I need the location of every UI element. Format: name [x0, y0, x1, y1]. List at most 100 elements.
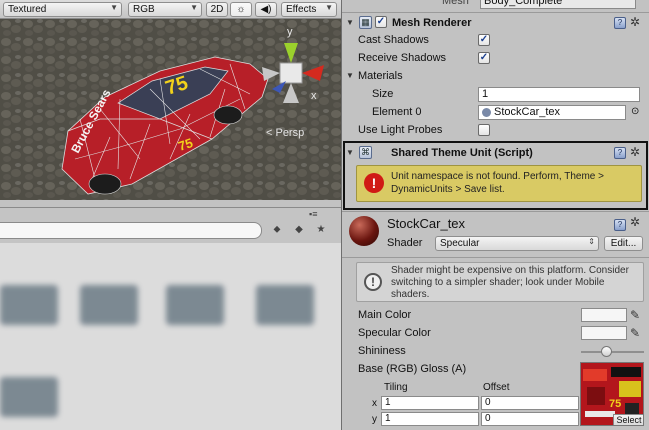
lock-icon[interactable]: ▪≡: [309, 209, 317, 219]
base-texture-label: Base (RGB) Gloss (A): [358, 363, 467, 375]
effects-label: Effects: [286, 4, 317, 15]
mesh-filter-row: Mesh Body_Complete: [342, 0, 649, 10]
object-picker-icon[interactable]: ⊙: [631, 103, 639, 121]
project-search-input[interactable]: [0, 222, 262, 239]
dropdown-arrow-icon: ▼: [110, 3, 118, 12]
asset-thumbnail[interactable]: [166, 285, 224, 325]
help-book-icon[interactable]: ?: [614, 147, 626, 159]
sun-icon[interactable]: ☼: [230, 2, 252, 17]
asset-thumbnail[interactable]: [80, 285, 138, 325]
render-mode-dropdown[interactable]: Textured ▼: [3, 2, 122, 17]
shininess-slider-track[interactable]: [581, 351, 644, 353]
offset-x-input[interactable]: 0: [481, 396, 579, 410]
script-icon: ⌘: [359, 146, 372, 159]
element0-row: Element 0 StockCar_tex ⊙: [342, 103, 649, 121]
effects-dropdown[interactable]: Effects ▼: [281, 2, 337, 17]
scene-panel: Textured ▼ RGB ▼ 2D ☼ ◀) Effects ▼ 75 75…: [0, 0, 341, 430]
dropdown-arrow-icon: ⇕: [588, 237, 595, 246]
star-icon[interactable]: ★: [312, 222, 330, 238]
mesh-renderer-title: Mesh Renderer: [392, 17, 472, 29]
help-book-icon[interactable]: ?: [614, 219, 626, 231]
foldout-arrow-icon[interactable]: ▼: [346, 67, 354, 85]
shader-value: Specular: [440, 238, 480, 249]
project-assets-grid: [0, 243, 341, 430]
mesh-field[interactable]: Body_Complete: [480, 0, 636, 9]
color-mode-label: RGB: [133, 4, 155, 15]
tiling-x-label: x: [372, 398, 377, 409]
asset-thumbnail[interactable]: [0, 377, 58, 417]
materials-label: Materials: [358, 70, 403, 82]
material-icon: [482, 108, 491, 117]
cast-shadows-row: Cast Shadows ✓: [342, 31, 649, 49]
select-texture-button[interactable]: Select: [613, 414, 643, 425]
material-name: StockCar_tex: [387, 216, 466, 231]
size-row: Size 1: [342, 85, 649, 103]
gizmo-x-label: x: [311, 90, 317, 102]
mesh-renderer-header[interactable]: ▼ ▦ ✓ Mesh Renderer ? ✲: [342, 14, 649, 32]
foldout-arrow-icon[interactable]: ▼: [346, 14, 354, 32]
eyedropper-icon[interactable]: ✎: [630, 306, 640, 324]
mesh-renderer-enabled-checkbox[interactable]: ✓: [375, 16, 387, 28]
filter-icon[interactable]: ⬥: [268, 222, 286, 238]
size-input[interactable]: 1: [478, 87, 640, 102]
warning-box: ! Unit namespace is not found. Perform, …: [356, 165, 642, 202]
color-mode-dropdown[interactable]: RGB ▼: [128, 2, 202, 17]
error-icon: !: [364, 173, 384, 193]
dropdown-arrow-icon: ▼: [325, 3, 333, 12]
specular-color-swatch[interactable]: [581, 326, 627, 340]
gear-icon[interactable]: ✲: [630, 215, 640, 229]
offset-label: Offset: [483, 382, 510, 393]
foldout-arrow-icon[interactable]: ▼: [346, 144, 354, 162]
2d-toggle-button[interactable]: 2D: [206, 2, 228, 17]
render-mode-label: Textured: [8, 4, 47, 15]
gizmo-y-label: y: [287, 26, 293, 38]
speaker-icon[interactable]: ◀): [255, 2, 277, 17]
base-texture-thumbnail[interactable]: 75 Select: [580, 362, 644, 426]
gear-icon[interactable]: ✲: [630, 13, 640, 31]
edit-shader-button[interactable]: Edit...: [604, 236, 643, 251]
mesh-label: Mesh: [442, 0, 469, 7]
shader-label: Shader: [387, 237, 423, 249]
gear-icon[interactable]: ✲: [630, 143, 640, 161]
size-label: Size: [372, 88, 394, 100]
shared-theme-unit-header[interactable]: ▼ ⌘ Shared Theme Unit (Script) ? ✲: [342, 144, 649, 162]
help-book-icon[interactable]: ?: [614, 17, 626, 29]
label-icon[interactable]: ◆: [290, 222, 308, 238]
main-color-label: Main Color: [358, 309, 412, 321]
eyedropper-icon[interactable]: ✎: [630, 324, 640, 342]
materials-row[interactable]: ▼ Materials: [342, 67, 649, 85]
specular-color-label: Specular Color: [358, 327, 431, 339]
shader-dropdown[interactable]: Specular ⇕: [435, 236, 599, 251]
cast-shadows-checkbox[interactable]: ✓: [478, 34, 490, 46]
asset-thumbnail[interactable]: [256, 285, 314, 325]
scene-viewport[interactable]: 75 75 Bruce Sears y x < Persp: [0, 19, 341, 200]
tiling-y-input[interactable]: 1: [381, 412, 479, 426]
specular-color-row: Specular Color ✎: [342, 324, 649, 342]
scene-toolbar: Textured ▼ RGB ▼ 2D ☼ ◀) Effects ▼: [0, 0, 341, 19]
receive-shadows-row: Receive Shadows ✓: [342, 49, 649, 67]
element0-object-field[interactable]: StockCar_tex: [478, 105, 626, 120]
tiling-x-input[interactable]: 1: [381, 396, 479, 410]
element0-value: StockCar_tex: [494, 106, 561, 118]
shininess-slider-thumb[interactable]: [600, 346, 612, 357]
element0-label: Element 0: [372, 106, 422, 118]
main-color-swatch[interactable]: [581, 308, 627, 322]
info-text: Shader might be expensive on this platfo…: [391, 265, 629, 300]
use-light-probes-checkbox[interactable]: [478, 124, 490, 136]
persp-label[interactable]: < Persp: [266, 127, 304, 139]
main-color-row: Main Color ✎: [342, 306, 649, 324]
inspector-panel: Mesh Body_Complete ▼ ▦ ✓ Mesh Renderer ?…: [341, 0, 649, 430]
info-box: ! Shader might be expensive on this plat…: [356, 262, 644, 302]
texture-number: 75: [609, 398, 621, 410]
material-preview-sphere: [349, 216, 379, 246]
divider: [342, 12, 649, 13]
offset-y-input[interactable]: 0: [481, 412, 579, 426]
asset-thumbnail[interactable]: [0, 285, 58, 325]
cast-shadows-label: Cast Shadows: [358, 34, 429, 46]
tiling-y-label: y: [372, 414, 377, 425]
divider: [342, 211, 649, 212]
tiling-label: Tiling: [384, 382, 408, 393]
receive-shadows-checkbox[interactable]: ✓: [478, 52, 490, 64]
shared-theme-unit-title: Shared Theme Unit (Script): [391, 147, 533, 159]
receive-shadows-label: Receive Shadows: [358, 52, 447, 64]
